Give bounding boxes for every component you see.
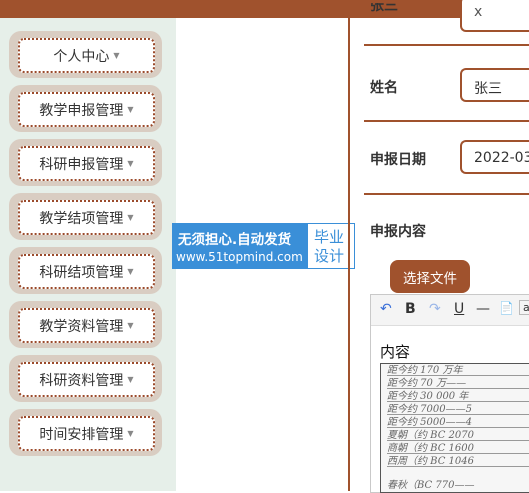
menu-item-frame: 时间安排管理 ▼: [18, 416, 155, 451]
name-label: 姓名: [370, 80, 398, 96]
name-field[interactable]: 张三: [460, 68, 529, 102]
document-scan-image: 距今约 170 万年 距今约 70 万—— 距今约 30 000 年 距今约 7…: [380, 363, 529, 493]
sidebar-item-teaching-completion[interactable]: 教学结项管理 ▼: [9, 193, 162, 240]
document-line: 距今约 7000——5: [387, 405, 529, 415]
date-value: 2022-03: [474, 150, 529, 166]
sidebar-item-label: 科研申报管理: [39, 156, 124, 173]
document-line: 西周（约 BC 1046: [387, 457, 529, 467]
chevron-down-icon: ▼: [127, 375, 134, 384]
sidebar-item-label: 教学申报管理: [39, 102, 124, 119]
watermark-slogan: 无须担心.自动发货: [178, 232, 292, 248]
menu-item-frame: 科研申报管理 ▼: [18, 146, 155, 181]
chevron-down-icon: ▼: [127, 429, 134, 438]
sidebar-item-teaching-materials[interactable]: 教学资料管理 ▼: [9, 301, 162, 348]
watermark-url: www.51topmind.com: [176, 250, 303, 264]
undo-icon[interactable]: ↶: [380, 301, 392, 317]
sidebar-item-label: 时间安排管理: [39, 426, 124, 443]
date-field[interactable]: 2022-03: [460, 140, 529, 174]
chevron-down-icon: ▼: [113, 51, 120, 60]
document-line: 距今约 30 000 年: [387, 392, 529, 402]
row-divider: [364, 193, 529, 195]
sidebar-item-label: 个人中心: [53, 48, 110, 65]
chevron-down-icon: ▼: [127, 267, 134, 276]
watermark-left: 无须担心.自动发货 www.51topmind.com: [172, 223, 307, 269]
font-select[interactable]: a: [519, 300, 529, 315]
sidebar-item-research-application[interactable]: 科研申报管理 ▼: [9, 139, 162, 186]
sidebar-item-schedule[interactable]: 时间安排管理 ▼: [9, 409, 162, 456]
name-value: 张三: [474, 81, 502, 97]
menu-item-frame: 教学申报管理 ▼: [18, 92, 155, 127]
document-line: 夏朝（约 BC 2070: [387, 431, 529, 441]
menu-item-frame: 个人中心 ▼: [18, 38, 155, 73]
sidebar-item-label: 教学资料管理: [39, 318, 124, 335]
horizontal-rule-icon[interactable]: —: [476, 301, 490, 317]
chevron-down-icon: ▼: [127, 213, 134, 222]
document-line: 距今约 170 万年: [387, 366, 529, 376]
menu-item-frame: 教学结项管理 ▼: [18, 200, 155, 235]
watermark-right-line2: 设计: [314, 247, 345, 265]
underline-icon[interactable]: U: [454, 301, 464, 317]
sidebar-item-label: 教学结项管理: [39, 210, 124, 227]
partial-field-input[interactable]: x: [460, 0, 529, 32]
watermark-right-line1: 毕业: [314, 228, 345, 246]
date-label: 申报日期: [370, 152, 426, 168]
top-bar: [0, 0, 529, 18]
content-divider: [348, 0, 350, 491]
row-divider: [364, 44, 529, 46]
sidebar-item-personal-center[interactable]: 个人中心 ▼: [9, 31, 162, 78]
menu-item-frame: 教学资料管理 ▼: [18, 308, 155, 343]
chevron-down-icon: ▼: [127, 105, 134, 114]
editor-toolbar: ↶ B ↷ U — 📄 a: [371, 295, 529, 326]
sidebar-item-teaching-application[interactable]: 教学申报管理 ▼: [9, 85, 162, 132]
sidebar-item-label: 科研资料管理: [39, 372, 124, 389]
chevron-down-icon: ▼: [127, 159, 134, 168]
chevron-down-icon: ▼: [127, 321, 134, 330]
sidebar-item-label: 科研结项管理: [39, 264, 124, 281]
document-line: 商朝（约 BC 1600: [387, 444, 529, 454]
choose-file-button[interactable]: 选择文件: [390, 260, 470, 293]
content-label: 申报内容: [370, 224, 426, 240]
row-divider: [364, 120, 529, 122]
editor-content-text: 内容: [380, 343, 411, 361]
sidebar: 个人中心 ▼ 教学申报管理 ▼ 科研申报管理 ▼ 教学结项管理 ▼ 科研结项管理…: [0, 18, 176, 491]
document-line: 春秋（BC 770——: [387, 480, 475, 491]
sidebar-item-research-completion[interactable]: 科研结项管理 ▼: [9, 247, 162, 294]
partial-field-label: 张三: [370, 3, 398, 14]
document-line: 距今约 5000——4: [387, 418, 529, 428]
bold-icon[interactable]: B: [405, 301, 416, 317]
watermark-banner: 无须担心.自动发货 www.51topmind.com 毕业 设计: [172, 223, 355, 269]
menu-item-frame: 科研结项管理 ▼: [18, 254, 155, 289]
document-line: 距今约 70 万——: [387, 379, 529, 389]
document-icon[interactable]: 📄: [499, 301, 514, 315]
sidebar-item-research-materials[interactable]: 科研资料管理 ▼: [9, 355, 162, 402]
menu-item-frame: 科研资料管理 ▼: [18, 362, 155, 397]
redo-icon[interactable]: ↷: [429, 301, 441, 317]
